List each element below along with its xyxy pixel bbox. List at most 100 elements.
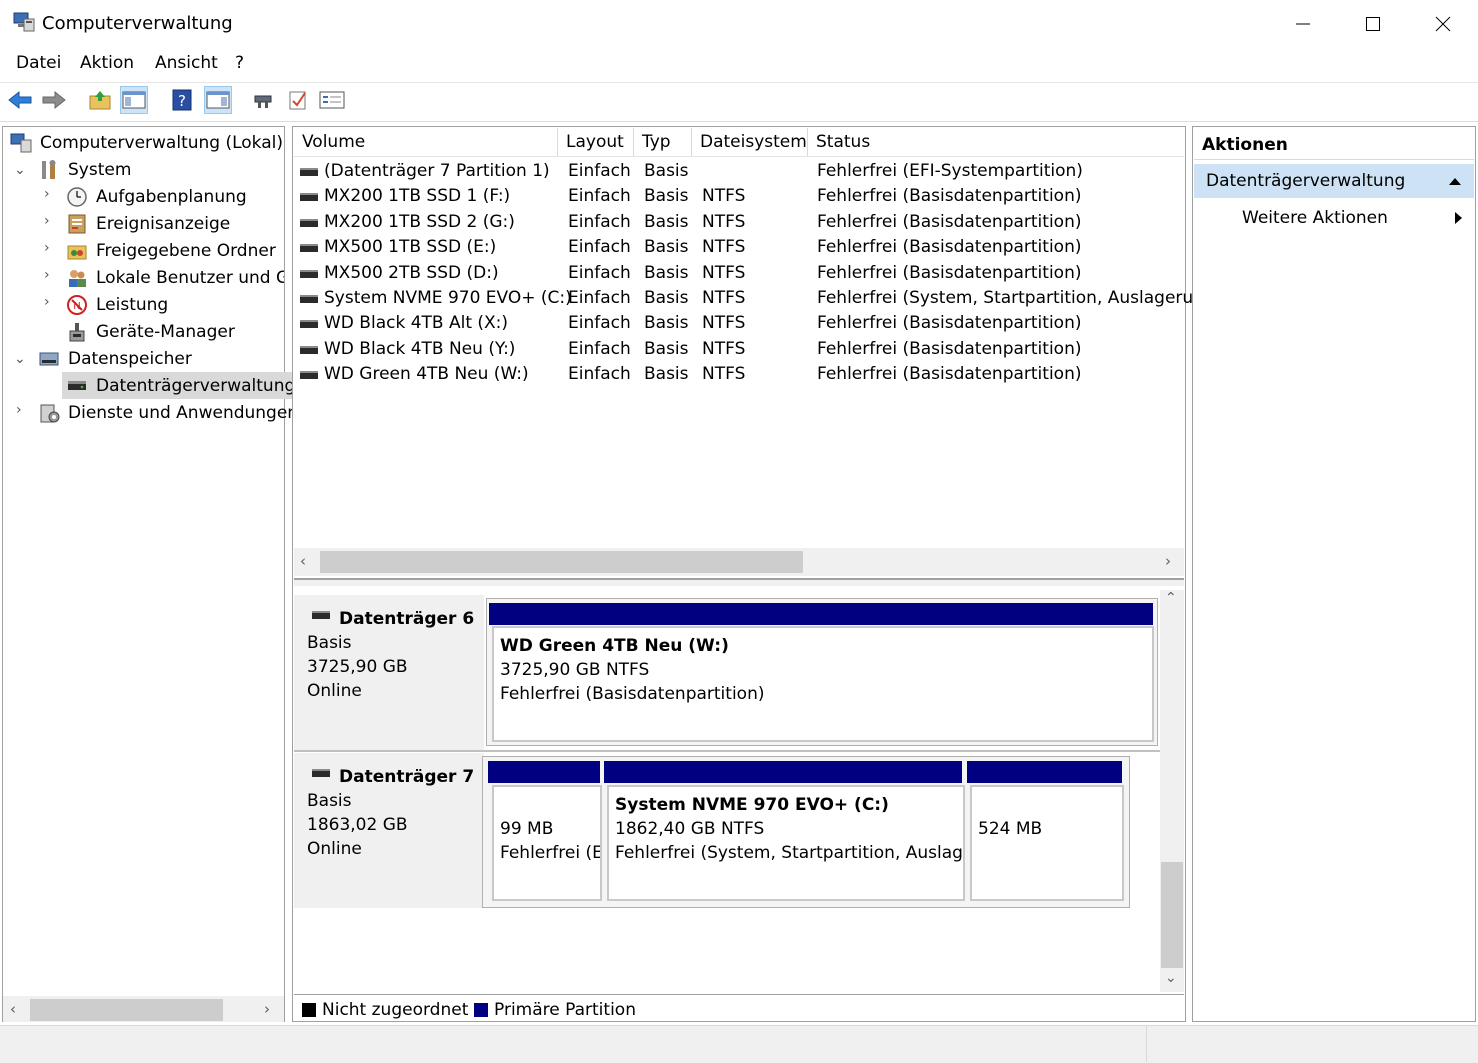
cell-fs: NTFS [702, 262, 746, 283]
disk-size: 1863,02 GB [307, 815, 408, 835]
actions-more[interactable]: Weitere Aktionen [1194, 202, 1474, 234]
cell-typ: Basis [644, 262, 689, 283]
up-level-button[interactable] [86, 86, 114, 114]
column-header-dateisystem[interactable]: Dateisystem [692, 128, 808, 156]
volume-row[interactable]: (Datenträger 7 Partition 1) Einfach Basis F… [296, 159, 1184, 184]
connect-button[interactable] [250, 86, 278, 114]
scroll-left-icon[interactable]: ‹ [10, 1000, 16, 1018]
tree-item-geraete-manager[interactable]: Geräte-Manager [66, 319, 235, 345]
scrollbar-thumb[interactable] [30, 999, 223, 1021]
legend-unallocated: Nicht zugeordnet [302, 1000, 468, 1020]
tree-root[interactable]: Computerverwaltung (Lokal) [10, 130, 283, 156]
partition-size: 1862,40 GB NTFS [615, 819, 765, 839]
tree-item-label: Ereignisanzeige [96, 214, 231, 234]
column-header-volume[interactable]: Volume [294, 128, 558, 156]
disk-label-6[interactable]: Datenträger 6 Basis 3725,90 GB Online [294, 595, 484, 750]
back-button[interactable] [6, 86, 34, 114]
volume-row[interactable]: MX200 1TB SSD 1 (F:) Einfach Basis NTFS Fehl… [296, 184, 1184, 209]
disk-management-icon [68, 380, 86, 390]
tree-item-aufgabenplanung[interactable]: Aufgabenplanung [66, 184, 247, 210]
disk-label-7[interactable]: Datenträger 7 Basis 1863,02 GB Online [294, 753, 484, 908]
tree-item-datenspeicher[interactable]: Datenspeicher [38, 346, 192, 372]
tree-item-datentraegerverwaltung[interactable]: Datenträgerverwaltung [62, 372, 300, 399]
disk-state: Online [307, 839, 362, 859]
partition-c[interactable]: System NVME 970 EVO+ (C:) 1862,40 GB NTF… [607, 785, 965, 901]
folder-up-icon [89, 91, 111, 110]
scroll-left-icon[interactable]: ‹ [300, 552, 306, 570]
legend-swatch-primary [474, 1003, 488, 1017]
volume-row[interactable]: WD Black 4TB Neu (Y:) Einfach Basis NTFS Feh… [296, 337, 1184, 362]
cell-status: Fehlerfrei (Basisdatenpartition) [817, 262, 1082, 283]
volume-row[interactable]: MX200 1TB SSD 2 (G:) Einfach Basis NTFS Fehl… [296, 210, 1184, 235]
cell-layout: Einfach [568, 364, 631, 385]
chevron-down-icon[interactable]: ⌄ [14, 162, 26, 178]
check-button[interactable] [284, 86, 312, 114]
volume-row[interactable]: WD Black 4TB Alt (X:) Einfach Basis NTFS Feh… [296, 311, 1184, 336]
tree-item-leistung[interactable]: N Leistung [66, 292, 168, 318]
scroll-right-icon[interactable]: › [264, 1000, 270, 1018]
maximize-button[interactable] [1338, 0, 1408, 48]
partition-recovery[interactable]: 524 MB [970, 785, 1124, 901]
menu-help[interactable]: ? [235, 53, 244, 73]
show-hide-action-pane-button[interactable] [204, 86, 232, 114]
cell-status: Fehlerfrei (Basisdatenpartition) [817, 237, 1082, 258]
partition-title: System NVME 970 EVO+ (C:) [615, 795, 889, 815]
chevron-right-icon[interactable]: › [44, 240, 50, 256]
tree-item-dienste[interactable]: Dienste und Anwendungen [38, 400, 298, 426]
computer-management-icon [10, 133, 32, 153]
chevron-right-icon[interactable]: › [44, 267, 50, 283]
chevron-right-icon[interactable]: › [44, 186, 50, 202]
chevron-right-icon[interactable]: › [16, 402, 22, 418]
cell-volume: WD Black 4TB Alt (X:) [324, 313, 509, 334]
volume-row[interactable]: System NVME 970 EVO+ (C:) Einfach Basis NTF… [296, 286, 1215, 311]
show-hide-tree-button[interactable] [120, 86, 148, 114]
menu-datei[interactable]: Datei [16, 53, 61, 73]
column-header-typ[interactable]: Typ [634, 128, 692, 156]
show-hide-action-pane-icon [206, 91, 230, 109]
cell-typ: Basis [644, 338, 689, 359]
pane-splitter[interactable] [294, 578, 1184, 586]
cell-layout: Einfach [568, 313, 631, 334]
header-divider [294, 156, 1184, 157]
partition-efi[interactable]: 99 MB Fehlerfrei (E [492, 785, 602, 901]
scroll-up-icon[interactable]: ⌃ [1165, 590, 1177, 606]
cell-fs: NTFS [702, 338, 746, 359]
volume-icon [300, 295, 318, 303]
volume-row[interactable]: MX500 1TB SSD (E:) Einfach Basis NTFS Fehler… [296, 235, 1184, 260]
tree-item-ereignisanzeige[interactable]: Ereignisanzeige [66, 211, 230, 237]
close-button[interactable] [1408, 0, 1478, 48]
tree-root-label: Computerverwaltung (Lokal) [40, 133, 283, 153]
scrollbar-thumb[interactable] [320, 551, 803, 573]
chevron-right-icon[interactable]: › [44, 213, 50, 229]
minimize-button[interactable] [1268, 0, 1338, 48]
partition-title [500, 793, 594, 817]
partition-w[interactable]: WD Green 4TB Neu (W:) 3725,90 GB NTFS Fe… [492, 626, 1154, 742]
scroll-right-icon[interactable]: › [1165, 552, 1171, 570]
svg-text:N: N [73, 301, 80, 312]
chevron-right-icon[interactable]: › [44, 294, 50, 310]
menu-ansicht[interactable]: Ansicht [155, 53, 218, 73]
legend-primary: Primäre Partition [474, 1000, 636, 1020]
cell-layout: Einfach [568, 211, 631, 232]
forward-button[interactable] [40, 86, 68, 114]
tree-item-system[interactable]: System [38, 157, 131, 183]
help-button[interactable]: ? [168, 86, 196, 114]
volume-icon [300, 168, 318, 176]
column-header-layout[interactable]: Layout [558, 128, 634, 156]
cell-status: Fehlerfrei (EFI-Systempartition) [817, 161, 1083, 181]
actions-section-datentraegerverwaltung[interactable]: Datenträgerverwaltung [1194, 164, 1474, 198]
volume-row[interactable]: MX500 2TB SSD (D:) Einfach Basis NTFS Fehler… [296, 261, 1184, 286]
menu-aktion[interactable]: Aktion [80, 53, 134, 73]
volume-row[interactable]: WD Green 4TB Neu (W:) Einfach Basis NTFS Feh… [296, 362, 1184, 387]
volume-icon [300, 269, 318, 278]
cell-volume: WD Green 4TB Neu (W:) [324, 364, 529, 385]
volume-icon [300, 371, 318, 380]
scroll-down-icon[interactable]: ⌄ [1165, 970, 1177, 986]
tree-item-lokale-benutzer[interactable]: Lokale Benutzer und Gru [66, 265, 284, 291]
properties-button[interactable] [318, 86, 346, 114]
tree-item-freigegebene-ordner[interactable]: Freigegebene Ordner [66, 238, 276, 264]
scrollbar-thumb[interactable] [1161, 862, 1183, 968]
chevron-down-icon[interactable]: ⌄ [14, 351, 26, 367]
cell-typ: Basis [644, 313, 689, 334]
column-header-status[interactable]: Status [808, 128, 1184, 156]
